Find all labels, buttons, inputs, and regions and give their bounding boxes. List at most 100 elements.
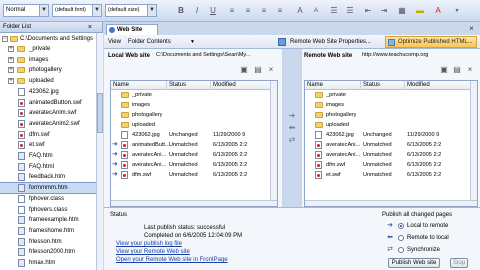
tree-item[interactable]: frlesson2000.htm [0, 247, 100, 257]
font-size-up-icon[interactable]: A [294, 5, 306, 17]
file-row[interactable]: images [111, 101, 277, 110]
file-row[interactable]: ➜ animatedButt... Unmatched 6/13/2005 2:2 [111, 141, 277, 150]
folder-open-icon[interactable]: ▣ [240, 66, 248, 74]
tree-item[interactable]: + images [0, 55, 100, 65]
folder-list-scrollbar[interactable] [96, 33, 103, 270]
tree-item[interactable]: averatecAnim2.swf [0, 119, 100, 129]
expand-icon[interactable]: + [8, 56, 14, 63]
expand-icon[interactable]: + [8, 46, 14, 52]
underline-button[interactable]: U [208, 5, 218, 17]
align-center-icon[interactable]: ≡ [242, 5, 254, 17]
tree-item[interactable]: frameexample.htm [0, 215, 100, 225]
column-header-status[interactable]: Status [167, 81, 211, 90]
tab-web-site[interactable]: Web Site [106, 24, 158, 35]
arrow-right-icon[interactable]: ➜ [288, 112, 296, 120]
tree-item[interactable]: hmax.htm [0, 258, 100, 268]
expand-icon[interactable]: + [8, 67, 14, 74]
numbered-list-icon[interactable]: ☰ [328, 5, 340, 17]
file-row[interactable]: ➜ averatecAni... Unmatched 6/13/2005 2:2 [111, 151, 277, 160]
bold-button[interactable]: B [176, 5, 186, 17]
remote-properties-button[interactable]: Remote Web Site Properties... [290, 38, 371, 46]
file-row[interactable]: 423062.jpg Unchanged 11/29/2000 9 [111, 131, 277, 140]
tree-item[interactable]: dfm.swf [0, 130, 100, 140]
file-row[interactable]: photogallery [305, 111, 477, 120]
file-row[interactable]: _private [111, 91, 277, 100]
decrease-indent-icon[interactable]: ⇤ [362, 5, 374, 17]
tree-item[interactable]: + photogallery [0, 65, 100, 75]
toolbar-options-icon[interactable]: ▾ [452, 5, 462, 17]
tree-item[interactable]: fphovers.class [0, 205, 100, 215]
file-row[interactable]: _private [305, 91, 477, 100]
column-header-name[interactable]: Name [111, 81, 167, 90]
sync-icon[interactable]: ⇄ [288, 136, 296, 144]
file-row[interactable]: averatecAni... Unmatched 6/13/2005 2:2 [305, 141, 477, 150]
italic-button[interactable]: I [192, 5, 202, 17]
tree-item[interactable]: animatedButton.swf [0, 98, 100, 108]
delete-icon[interactable]: × [466, 66, 474, 74]
scroll-thumb[interactable] [97, 93, 103, 133]
font-size-down-icon[interactable]: A [310, 5, 322, 17]
file-row[interactable]: ➜ dfm.swf Unmatched 6/13/2005 2:2 [111, 171, 277, 180]
bullet-list-icon[interactable]: ☰ [344, 5, 356, 17]
highlight-icon[interactable]: ▬ [414, 5, 426, 17]
radio-synchronize[interactable] [398, 247, 404, 253]
column-header-status[interactable]: Status [361, 81, 405, 90]
tree-item[interactable]: 423062.jpg [0, 87, 100, 97]
tree-root[interactable]: − C:\Documents and Settings [0, 34, 100, 44]
radio-remote-to-local[interactable] [398, 235, 404, 241]
align-right-icon[interactable]: ≡ [258, 5, 270, 17]
local-list-scrollbar[interactable] [270, 81, 277, 206]
file-row[interactable]: averatecAni... Unmatched 6/13/2005 2:2 [305, 151, 477, 160]
tree-item[interactable]: averatecAnim.swf [0, 108, 100, 118]
chevron-down-icon[interactable]: ▼ [147, 5, 156, 16]
folder-open-icon[interactable]: ▣ [440, 66, 448, 74]
view-remote-site-link[interactable]: View your Remote Web site [116, 248, 190, 256]
collapse-icon[interactable]: − [2, 36, 8, 42]
align-left-icon[interactable]: ≡ [226, 5, 238, 17]
remote-list-hscrollbar[interactable] [305, 200, 477, 206]
new-folder-icon[interactable]: ▤ [453, 66, 461, 74]
tree-item[interactable]: frlesson.htm [0, 237, 100, 247]
view-publish-log-link[interactable]: View your publish log file [116, 240, 182, 248]
open-remote-site-link[interactable]: Open your Remote Web site in FrontPage [116, 256, 228, 264]
font-color-icon[interactable]: A [432, 5, 444, 17]
tree-item[interactable]: FAQ.html [0, 162, 100, 172]
stop-button[interactable]: Stop [450, 258, 468, 268]
column-header-modified[interactable]: Modified [211, 81, 271, 90]
file-row[interactable]: photogallery [111, 111, 277, 120]
file-row[interactable]: uploaded [111, 121, 277, 130]
file-row[interactable]: dfm.swf Unmatched 6/13/2005 2:2 [305, 161, 477, 170]
justify-icon[interactable]: ≡ [274, 5, 286, 17]
column-header-modified[interactable]: Modified [405, 81, 471, 90]
close-icon[interactable]: × [467, 24, 476, 33]
file-row[interactable]: ➜ averatecAni... Unmatched 6/13/2005 2:2 [111, 161, 277, 170]
view-dropdown[interactable]: Folder Contents [128, 38, 171, 46]
delete-icon[interactable]: × [267, 66, 275, 74]
file-row[interactable]: uploaded [305, 121, 477, 130]
font-combo[interactable]: (default font) ▼ [52, 4, 102, 17]
tree-item[interactable]: + uploaded [0, 76, 100, 86]
publish-web-site-button[interactable]: Publish Web site [388, 258, 440, 268]
borders-icon[interactable]: ▦ [396, 5, 408, 17]
size-combo[interactable]: (default size) ▼ [105, 4, 157, 17]
local-list-hscrollbar[interactable] [111, 200, 277, 206]
chevron-down-icon[interactable]: ▼ [190, 38, 195, 46]
tree-item[interactable]: feedback.htm [0, 172, 100, 182]
optimize-button[interactable]: Optimize Published HTML... [385, 36, 477, 48]
close-icon[interactable]: × [88, 22, 92, 33]
file-row[interactable]: 423062.jpg Unchanged 11/29/2000 9 [305, 131, 477, 140]
remote-list-scrollbar[interactable] [470, 81, 477, 206]
new-folder-icon[interactable]: ▤ [254, 66, 262, 74]
chevron-down-icon[interactable]: ▼ [92, 5, 101, 16]
radio-local-to-remote[interactable] [398, 223, 404, 229]
arrow-left-icon[interactable]: ⬅ [288, 124, 296, 132]
style-combo[interactable]: Normal ▼ [3, 4, 49, 17]
file-row[interactable]: et.swf Unmatched 6/13/2005 2:2 [305, 171, 477, 180]
file-row[interactable]: images [305, 101, 477, 110]
tree-item[interactable]: fphover.class [0, 194, 100, 204]
tree-item[interactable]: et.swf [0, 140, 100, 150]
expand-icon[interactable]: + [8, 78, 14, 85]
chevron-down-icon[interactable]: ▼ [39, 5, 48, 16]
tree-item[interactable]: + _private [0, 44, 100, 54]
increase-indent-icon[interactable]: ⇥ [378, 5, 390, 17]
